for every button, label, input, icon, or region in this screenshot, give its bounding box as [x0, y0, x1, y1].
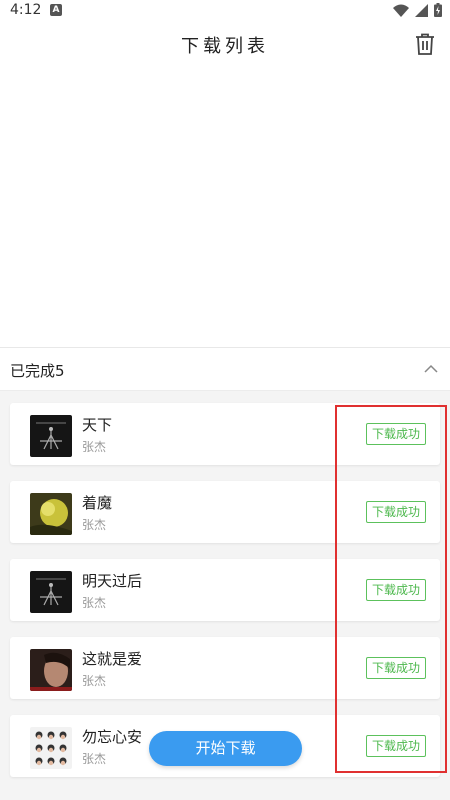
completed-section-title: 已完成5: [10, 362, 65, 380]
delete-button[interactable]: [412, 30, 438, 58]
title-bar: 下载列表: [0, 22, 450, 66]
song-artist: 张杰: [82, 752, 107, 766]
status-bar: 4:12 A: [0, 0, 450, 22]
system-icons: [393, 3, 442, 17]
status-time: 4:12: [10, 2, 42, 18]
start-download-button[interactable]: 开始下载: [149, 731, 302, 766]
song-artist: 张杰: [82, 596, 107, 610]
song-title: 这就是爱: [82, 650, 143, 668]
album-cover: [30, 415, 72, 457]
highlight-box: [335, 405, 447, 773]
album-cover: [30, 571, 72, 613]
song-title: 天下: [82, 416, 113, 434]
chevron-up-icon[interactable]: [422, 360, 440, 378]
song-title: 明天过后: [82, 572, 143, 590]
page-title: 下载列表: [181, 36, 269, 57]
song-title: 勿忘心安: [82, 728, 143, 746]
completed-section-header[interactable]: 已完成5: [0, 348, 450, 390]
song-artist: 张杰: [82, 518, 107, 532]
wifi-icon: [393, 4, 409, 17]
signal-icon: [415, 3, 428, 17]
album-cover: [30, 493, 72, 535]
notification-icon: A: [50, 4, 62, 16]
song-artist: 张杰: [82, 674, 107, 688]
song-title: 着魔: [82, 494, 113, 512]
song-artist: 张杰: [82, 440, 107, 454]
trash-icon: [416, 33, 434, 55]
album-cover: [30, 727, 72, 769]
album-cover: [30, 649, 72, 691]
battery-icon: [434, 3, 442, 17]
